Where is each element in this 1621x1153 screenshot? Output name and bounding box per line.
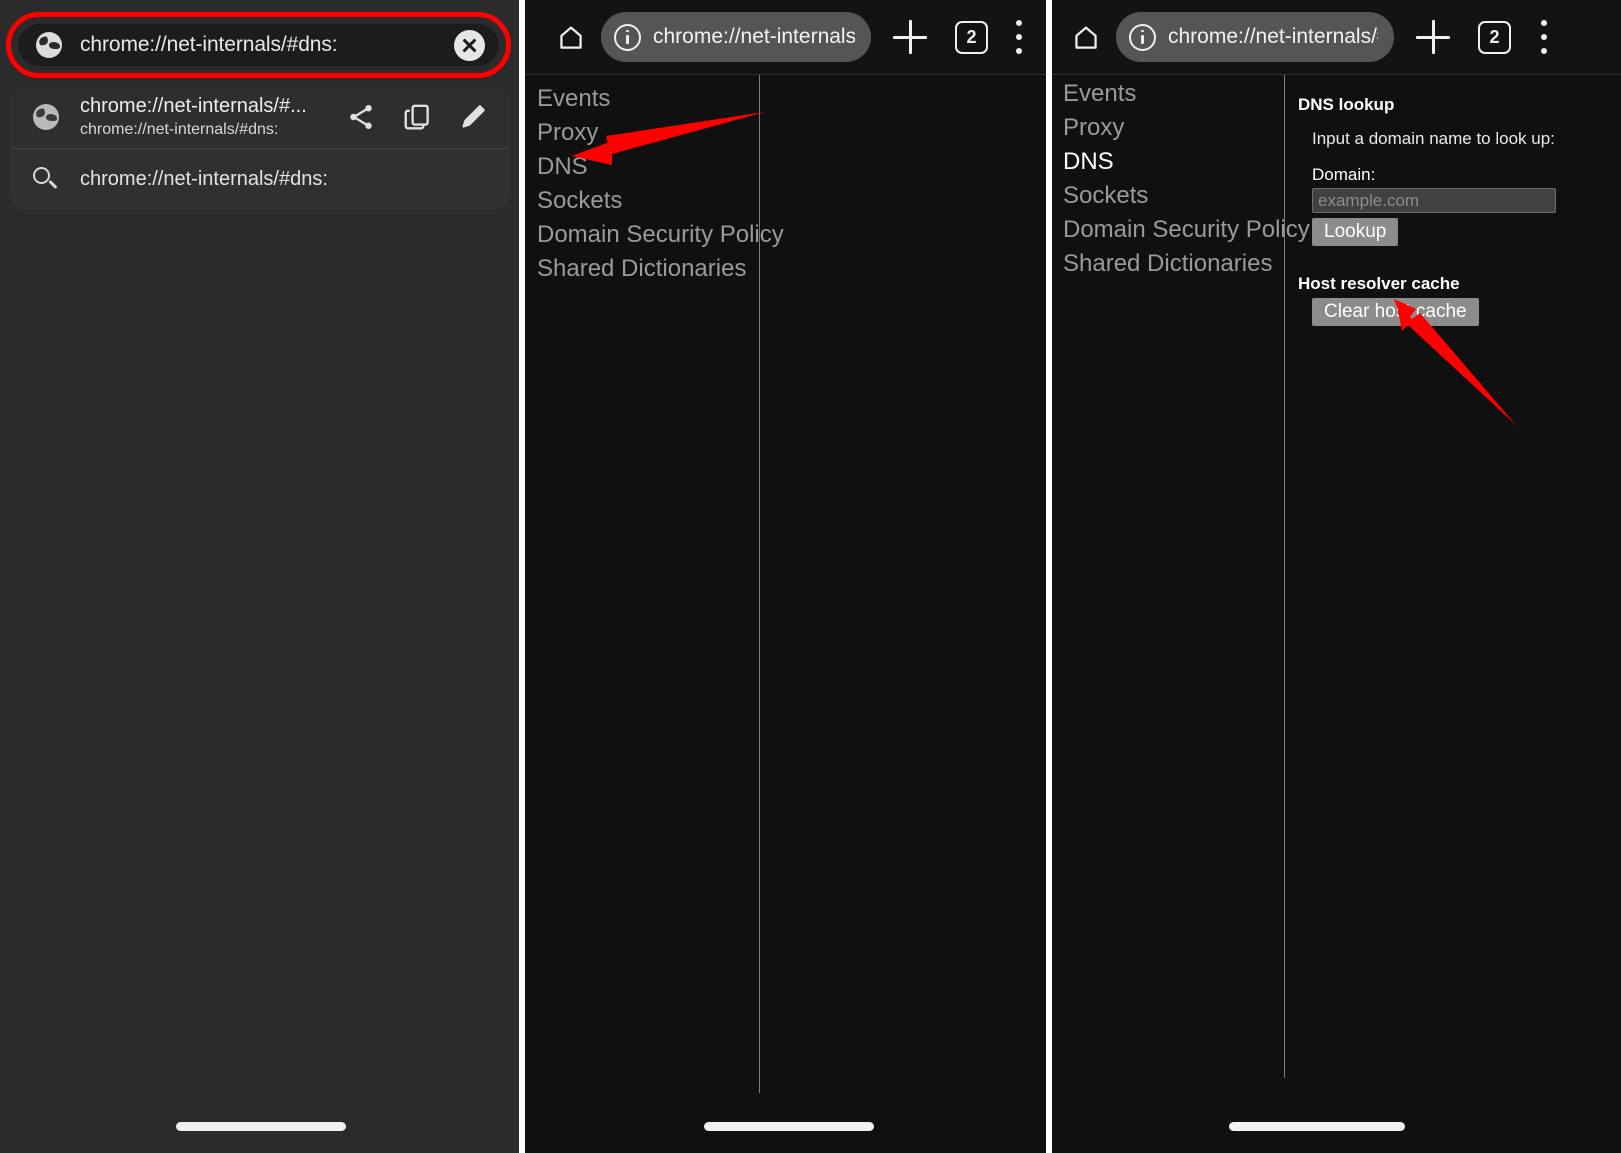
address-bar[interactable]: chrome://net-internals/# <box>1116 12 1394 62</box>
share-icon[interactable] <box>346 102 376 132</box>
nav-item-sockets[interactable]: Sockets <box>1063 179 1310 213</box>
nav-item-dns[interactable]: DNS <box>537 150 784 184</box>
nav-item-events[interactable]: Events <box>537 82 784 116</box>
tab-count-button[interactable]: 2 <box>1478 20 1511 54</box>
suggestion-row-visited[interactable]: chrome://net-internals/#... chrome://net… <box>10 86 510 148</box>
nav-item-proxy[interactable]: Proxy <box>537 116 784 150</box>
system-home-indicator <box>1229 1122 1405 1131</box>
nav-item-sockets[interactable]: Sockets <box>537 184 784 218</box>
search-icon <box>26 166 66 193</box>
globe-icon <box>26 104 66 130</box>
panel-omnibox-step: chrome://net-internals/#dns: chrome://ne… <box>0 0 519 1153</box>
nav-item-domain-security-policy[interactable]: Domain Security Policy <box>537 218 784 252</box>
net-internals-page: Events Proxy DNS Sockets Domain Security… <box>1052 75 1621 1153</box>
nav-item-proxy[interactable]: Proxy <box>1063 111 1310 145</box>
suggestion-title: chrome://net-internals/#... <box>80 94 307 117</box>
suggestion-actions <box>346 102 494 132</box>
nav-item-shared-dictionaries[interactable]: Shared Dictionaries <box>537 252 784 286</box>
net-internals-page: Events Proxy DNS Sockets Domain Security… <box>525 75 1046 1153</box>
address-bar-url: chrome://net-internals/# <box>653 25 855 48</box>
screenshot-sheet: chrome://net-internals/#dns: chrome://ne… <box>0 0 1621 1153</box>
omnibox-url-text[interactable]: chrome://net-internals/#dns: <box>80 33 454 57</box>
suggestion-row-search[interactable]: chrome://net-internals/#dns: <box>10 148 510 210</box>
kebab-menu-icon[interactable] <box>1541 20 1549 54</box>
nav-item-dns[interactable]: DNS <box>1063 145 1310 179</box>
address-bar-url: chrome://net-internals/# <box>1168 25 1378 48</box>
nav-item-shared-dictionaries[interactable]: Shared Dictionaries <box>1063 247 1310 281</box>
net-internals-nav: Events Proxy DNS Sockets Domain Security… <box>1063 77 1310 281</box>
copy-icon[interactable] <box>402 102 432 132</box>
system-home-indicator <box>176 1122 346 1131</box>
plus-icon[interactable] <box>1416 20 1450 54</box>
net-internals-nav: Events Proxy DNS Sockets Domain Security… <box>537 82 784 286</box>
browser-toolbar: chrome://net-internals/# 2 <box>525 0 1046 74</box>
lookup-button-wrap: Lookup <box>1312 218 1611 246</box>
globe-icon <box>36 32 62 58</box>
clear-x-icon[interactable] <box>454 29 485 61</box>
suggestion-text-group: chrome://net-internals/#dns: <box>80 168 494 191</box>
edit-pencil-icon[interactable] <box>458 102 488 132</box>
dns-lookup-section: DNS lookup Input a domain name to look u… <box>1298 95 1611 326</box>
suggestion-title: chrome://net-internals/#dns: <box>80 168 328 190</box>
panel-nav-step: chrome://net-internals/# 2 Events Proxy … <box>525 0 1046 1153</box>
home-icon[interactable] <box>1072 24 1100 51</box>
clear-host-cache-wrap: Clear host cache <box>1312 298 1611 326</box>
panel-dns-step: chrome://net-internals/# 2 Events Proxy … <box>1052 0 1621 1153</box>
address-bar[interactable]: chrome://net-internals/# <box>601 12 871 62</box>
clear-host-cache-button[interactable]: Clear host cache <box>1312 298 1479 326</box>
tab-count-button[interactable]: 2 <box>955 20 988 54</box>
suggestion-text-group: chrome://net-internals/#... chrome://net… <box>80 94 346 141</box>
domain-input[interactable] <box>1312 188 1556 213</box>
browser-toolbar: chrome://net-internals/# 2 <box>1052 0 1621 74</box>
nav-content-divider <box>759 75 760 1093</box>
dns-lookup-instruction: Input a domain name to look up: <box>1312 129 1555 148</box>
suggestion-subtitle: chrome://net-internals/#dns: <box>80 120 279 138</box>
host-resolver-cache-heading: Host resolver cache <box>1298 274 1460 293</box>
nav-content-divider <box>1284 75 1285 1078</box>
nav-item-domain-security-policy[interactable]: Domain Security Policy <box>1063 213 1310 247</box>
omnibox[interactable]: chrome://net-internals/#dns: <box>18 24 499 66</box>
domain-label: Domain: <box>1312 165 1376 184</box>
lookup-button[interactable]: Lookup <box>1312 218 1399 246</box>
kebab-menu-icon[interactable] <box>1016 20 1024 54</box>
system-home-indicator <box>704 1122 874 1131</box>
nav-item-events[interactable]: Events <box>1063 77 1310 111</box>
page-info-icon[interactable] <box>614 23 641 51</box>
home-icon[interactable] <box>557 24 585 51</box>
dns-lookup-heading: DNS lookup <box>1298 95 1395 114</box>
plus-icon[interactable] <box>893 20 927 54</box>
page-info-icon[interactable] <box>1129 23 1156 51</box>
omnibox-highlight-box: chrome://net-internals/#dns: <box>6 12 511 78</box>
omnibox-suggestions-list: chrome://net-internals/#... chrome://net… <box>10 86 510 210</box>
